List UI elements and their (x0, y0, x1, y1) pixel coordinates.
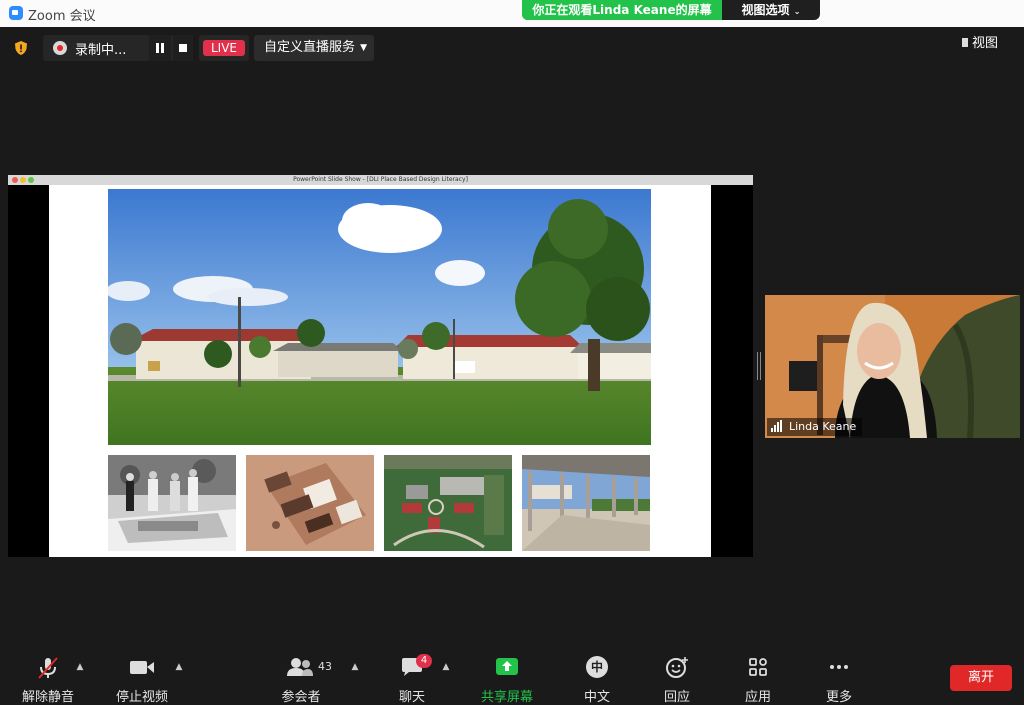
window-titlebar: Zoom 会议 (0, 0, 1024, 27)
more-button[interactable]: 更多 (818, 654, 860, 705)
campus-photo (108, 189, 651, 445)
more-label: 更多 (825, 690, 852, 705)
stop-recording-button[interactable] (173, 35, 193, 61)
stop-video-button[interactable]: 停止视频 (110, 654, 174, 705)
live-indicator: LIVE (199, 35, 249, 61)
video-camera-icon (130, 661, 154, 674)
share-screen-button[interactable]: 共享屏幕 (478, 654, 536, 705)
language-label: 中文 (583, 690, 610, 705)
view-label: 视图 (972, 36, 999, 51)
view-icon (962, 38, 968, 47)
shield-icon[interactable] (13, 40, 29, 56)
window-title: Zoom 会议 (28, 9, 96, 24)
unmute-label: 解除静音 (21, 690, 74, 705)
apps-label: 应用 (744, 690, 771, 705)
caret-down-icon: ▼ (360, 43, 367, 53)
view-button[interactable]: 视图 (962, 33, 1014, 55)
participants-icon (287, 658, 313, 676)
participant-name-tag: Linda Keane (767, 418, 863, 436)
apps-icon (749, 658, 767, 676)
share-banner-text: 你正在观看Linda Keane的屏幕 (522, 0, 722, 20)
students-model-photo (108, 455, 236, 551)
share-screen-icon (496, 658, 518, 675)
more-icon (830, 665, 848, 669)
shared-window-title: PowerPoint Slide Show - [DLI Place Based… (293, 176, 468, 183)
share-screen-label: 共享屏幕 (480, 690, 533, 705)
reactions-button[interactable]: 回应 (656, 654, 698, 705)
shared-window-titlebar: PowerPoint Slide Show - [DLI Place Based… (8, 175, 753, 185)
chevron-down-icon: ⌄ (793, 7, 801, 16)
zoom-app-icon (9, 6, 23, 20)
leave-button[interactable]: 离开 (950, 665, 1012, 691)
view-options-label: 视图选项 (741, 3, 790, 17)
recording-label: 录制中... (75, 43, 127, 58)
participant-name: Linda Keane (789, 420, 857, 433)
participant-video-tile[interactable]: Linda Keane (765, 295, 1020, 438)
pause-recording-button[interactable] (149, 35, 171, 61)
chat-unread-badge: 4 (416, 654, 432, 668)
record-icon (53, 41, 67, 55)
aerial-view-photo (384, 455, 512, 551)
shared-screen: PowerPoint Slide Show - [DLI Place Based… (8, 175, 753, 557)
screen-share-banner: 你正在观看Linda Keane的屏幕 视图选项 ⌄ (522, 0, 820, 20)
participants-button[interactable]: 43 参会者 (276, 654, 332, 705)
mic-muted-icon (38, 657, 58, 679)
live-service-label: 自定义直播服务 (264, 40, 356, 55)
view-options-button[interactable]: 视图选项 ⌄ (722, 0, 820, 20)
chevron-up-icon[interactable]: ▲ (440, 662, 452, 672)
chevron-up-icon[interactable]: ▲ (173, 662, 185, 672)
chevron-up-icon[interactable]: ▲ (349, 662, 361, 672)
chevron-up-icon[interactable]: ▲ (74, 662, 86, 672)
signal-icon (771, 420, 785, 432)
participant-video (765, 295, 1020, 438)
apps-button[interactable]: 应用 (737, 654, 779, 705)
chat-button[interactable]: 4 聊天 (390, 654, 434, 705)
participants-count: 43 (318, 660, 332, 673)
live-service-dropdown[interactable]: 自定义直播服务 ▼ (254, 35, 374, 61)
chat-label: 聊天 (398, 690, 425, 705)
language-button[interactable]: 中 中文 (576, 654, 618, 705)
pavilion-photo (522, 455, 650, 551)
stop-video-label: 停止视频 (115, 690, 168, 705)
live-badge: LIVE (203, 40, 245, 56)
language-icon: 中 (586, 656, 608, 678)
recording-indicator: 录制中... (43, 35, 193, 61)
presentation-slide (49, 185, 711, 557)
splitter-handle[interactable] (757, 352, 761, 380)
site-model-photo (246, 455, 374, 551)
unmute-button[interactable]: 解除静音 (18, 654, 78, 705)
participants-label: 参会者 (281, 690, 321, 705)
reactions-label: 回应 (663, 690, 690, 705)
reaction-icon (666, 657, 688, 678)
